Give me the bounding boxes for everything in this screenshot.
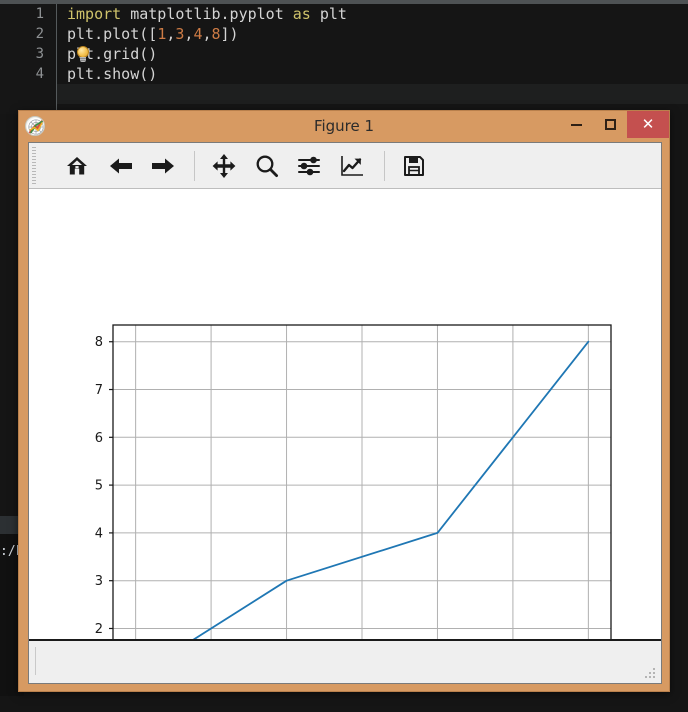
y-tick-label: 3 bbox=[95, 574, 103, 589]
y-tick-label: 8 bbox=[95, 335, 103, 350]
code-line-4[interactable]: plt.show() bbox=[67, 64, 157, 84]
line-number-2: 2 bbox=[35, 26, 44, 42]
toolbar-drag-grip[interactable] bbox=[32, 147, 36, 185]
line-chart: 0.00.51.01.52.02.53.0 12345678 bbox=[29, 190, 661, 639]
home-icon[interactable] bbox=[62, 151, 92, 181]
y-tick-label: 4 bbox=[95, 526, 103, 541]
y-tick-label: 6 bbox=[95, 431, 103, 446]
forward-arrow-icon[interactable] bbox=[148, 151, 178, 181]
editor-current-line-highlight bbox=[0, 84, 688, 104]
toolbar-separator-1 bbox=[194, 151, 195, 181]
intention-lightbulb-icon[interactable] bbox=[76, 46, 90, 63]
toolbar-separator-2 bbox=[384, 151, 385, 181]
window-title-bar[interactable]: Figure 1 ✕ bbox=[19, 111, 669, 142]
window-controls[interactable]: ✕ bbox=[559, 111, 669, 138]
figure-status-bar bbox=[29, 639, 661, 683]
edit-curve-icon[interactable] bbox=[337, 151, 367, 181]
code-line-1[interactable]: import matplotlib.pyplot as plt bbox=[67, 4, 347, 24]
sliders-configure-icon[interactable] bbox=[294, 151, 324, 181]
minimize-button[interactable] bbox=[559, 111, 593, 138]
magnifier-zoom-icon[interactable] bbox=[252, 151, 282, 181]
navigation-toolbar[interactable] bbox=[29, 143, 661, 189]
line-number-3: 3 bbox=[35, 46, 44, 62]
line-number-4: 4 bbox=[35, 66, 44, 82]
close-button[interactable]: ✕ bbox=[627, 111, 669, 138]
y-tick-label: 7 bbox=[95, 383, 103, 398]
plot-area[interactable]: 0.00.51.01.52.02.53.0 12345678 bbox=[29, 190, 661, 639]
figure-canvas[interactable]: 0.00.51.01.52.02.53.0 12345678 bbox=[29, 190, 661, 639]
figure-window[interactable]: Figure 1 ✕ 2 3 4 5 6 7 8 bbox=[18, 110, 670, 692]
maximize-button[interactable] bbox=[593, 111, 627, 138]
y-tick-label: 2 bbox=[95, 622, 103, 637]
figure-window-body: 0.00.51.01.52.02.53.0 12345678 bbox=[28, 142, 662, 684]
resize-grip-icon[interactable] bbox=[645, 668, 657, 680]
pan-move-icon[interactable] bbox=[209, 151, 239, 181]
line-number-1: 1 bbox=[35, 6, 44, 22]
status-bar-divider bbox=[35, 647, 36, 675]
back-arrow-icon[interactable] bbox=[106, 151, 136, 181]
code-line-2[interactable]: plt.plot([1,3,4,8]) bbox=[67, 24, 239, 44]
save-floppy-icon[interactable] bbox=[399, 151, 429, 181]
y-tick-label: 5 bbox=[95, 479, 103, 494]
